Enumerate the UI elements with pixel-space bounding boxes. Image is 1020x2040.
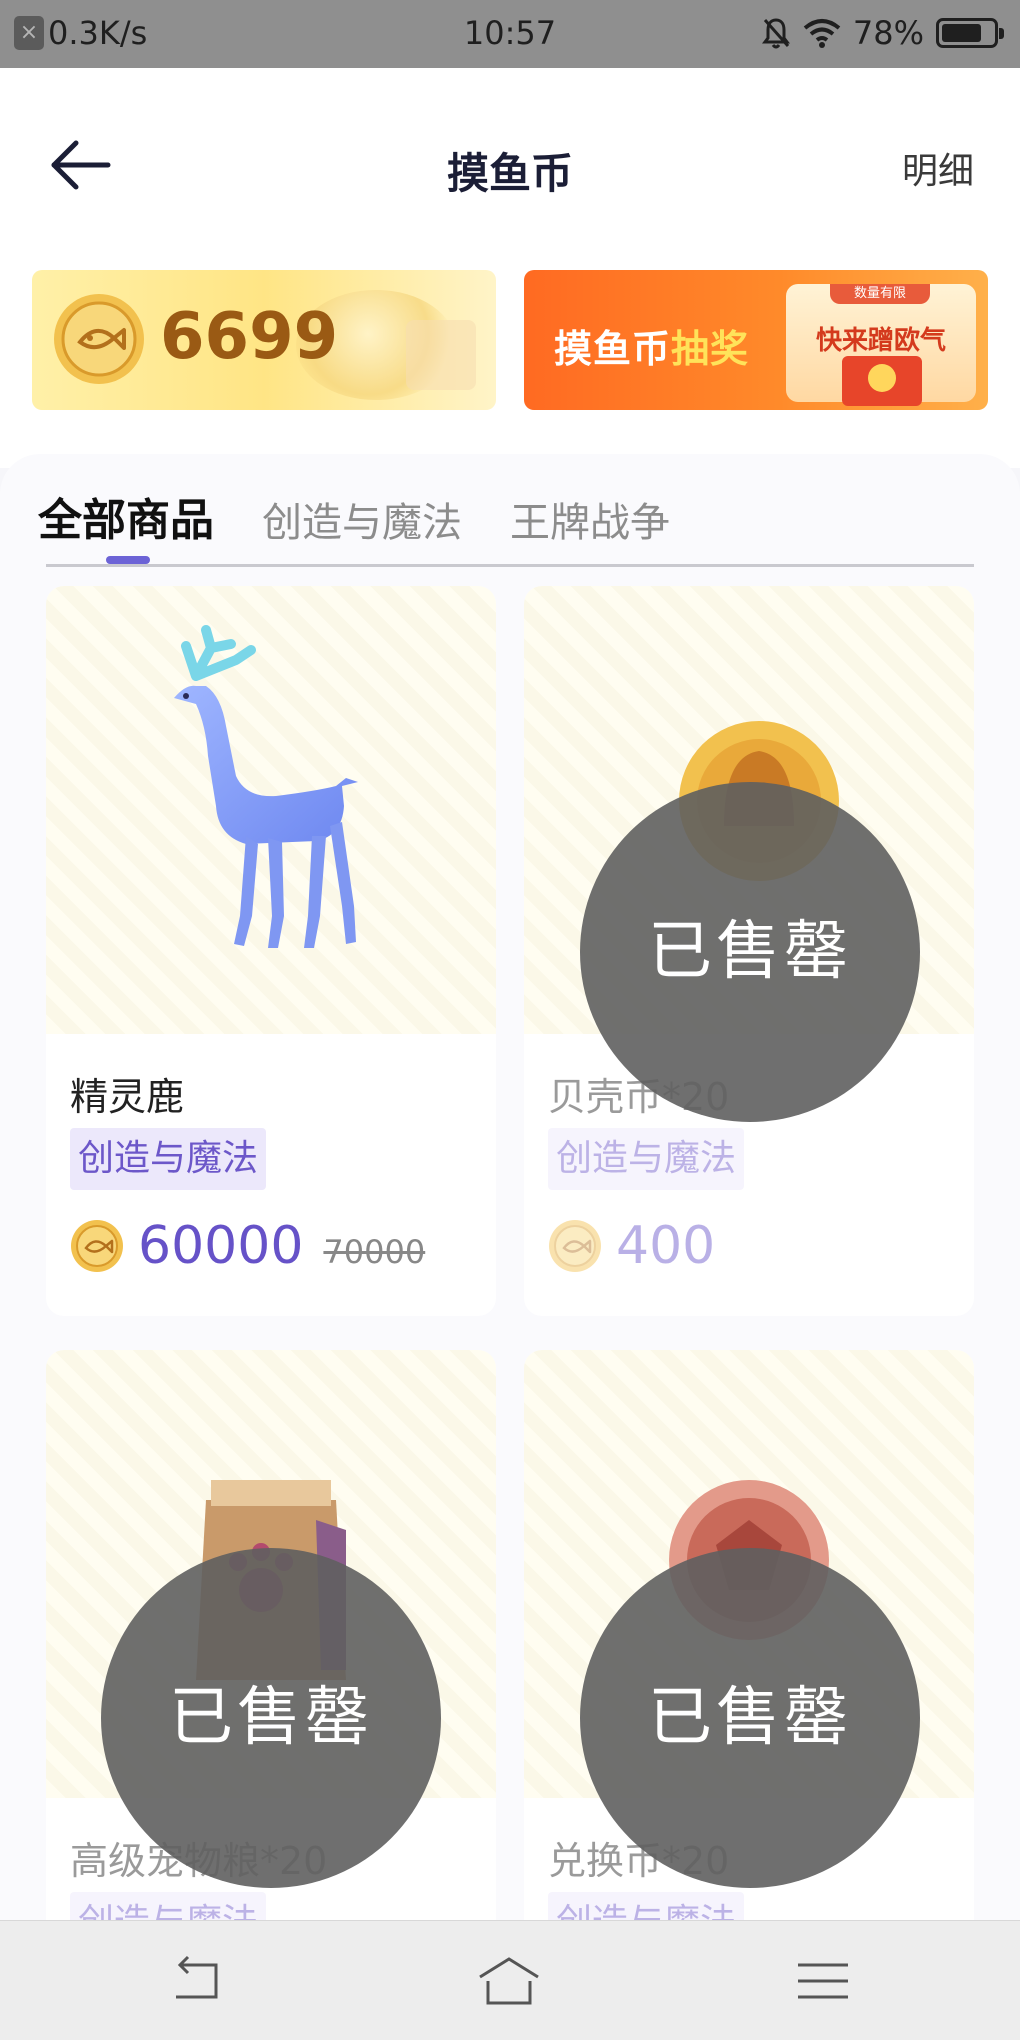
menu-nav-icon[interactable] bbox=[788, 1951, 858, 2011]
price-row: 60000 70000 bbox=[70, 1216, 425, 1276]
lottery-cta: 快来蹭欧气 bbox=[815, 326, 946, 356]
product-card[interactable]: 兑换币*20 创造与魔法 已售罄 bbox=[524, 1350, 974, 1990]
tab-divider bbox=[46, 564, 974, 567]
home-nav-icon[interactable] bbox=[474, 1951, 544, 2011]
fish-coin-icon bbox=[54, 294, 144, 384]
red-envelope-icon bbox=[842, 356, 922, 406]
product-image bbox=[46, 586, 496, 1034]
tab-ace-war[interactable]: 王牌战争 bbox=[510, 490, 670, 548]
detail-link[interactable]: 明细 bbox=[902, 142, 974, 194]
system-nav-bar bbox=[0, 1920, 1020, 2040]
coin-balance: 6699 bbox=[160, 300, 339, 374]
limited-tag: 数量有限 bbox=[830, 284, 930, 304]
product-price: 60000 bbox=[138, 1216, 304, 1276]
original-price: 70000 bbox=[323, 1233, 426, 1271]
lottery-banner[interactable]: 摸鱼币抽奖 数量有限 快来蹭欧气 bbox=[524, 270, 988, 410]
lottery-card: 数量有限 快来蹭欧气 bbox=[786, 284, 976, 406]
tab-indicator bbox=[106, 556, 150, 564]
product-name: 精灵鹿 bbox=[70, 1075, 185, 1119]
status-bar: × 0.3K/s 10:57 78% bbox=[0, 0, 1020, 68]
price-row: 400 bbox=[548, 1216, 715, 1276]
product-card[interactable]: 高级宠物粮*20 创造与魔法 已售罄 bbox=[46, 1350, 496, 1990]
page-title: 摸鱼币 bbox=[446, 149, 573, 198]
sold-out-badge: 已售罄 bbox=[101, 1548, 441, 1888]
coin-balance-banner[interactable]: 6699 bbox=[32, 270, 496, 410]
product-price: 400 bbox=[616, 1216, 716, 1276]
fish-coin-icon bbox=[549, 1220, 601, 1272]
battery-icon bbox=[936, 18, 1004, 48]
back-nav-icon[interactable] bbox=[162, 1951, 232, 2011]
spirit-deer-image bbox=[174, 625, 358, 948]
tab-all-products[interactable]: 全部商品 bbox=[38, 484, 214, 548]
battery-percent: 78% bbox=[852, 14, 924, 52]
page-header: 摸鱼币 明细 6699 摸鱼币抽奖 数量有限 快来蹭欧气 bbox=[0, 68, 1020, 468]
lottery-title: 摸鱼币抽奖 bbox=[554, 327, 750, 371]
wifi-icon bbox=[803, 19, 841, 48]
product-category: 创造与魔法 bbox=[70, 1128, 267, 1190]
product-panel: 全部商品 创造与魔法 王牌战争 精灵鹿 创造与魔法 60000 70000 贝壳… bbox=[0, 454, 1020, 1990]
sold-out-badge: 已售罄 bbox=[580, 1548, 920, 1888]
tab-creation-magic[interactable]: 创造与魔法 bbox=[262, 490, 462, 548]
product-category: 创造与魔法 bbox=[548, 1128, 745, 1190]
sold-out-badge: 已售罄 bbox=[580, 782, 920, 1122]
fish-coin-icon bbox=[71, 1220, 123, 1272]
product-card[interactable]: 贝壳币*20 创造与魔法 400 已售罄 bbox=[524, 586, 974, 1316]
product-card[interactable]: 精灵鹿 创造与魔法 60000 70000 bbox=[46, 586, 496, 1316]
category-tabs: 全部商品 创造与魔法 王牌战争 bbox=[38, 484, 670, 548]
mute-icon bbox=[761, 18, 790, 49]
